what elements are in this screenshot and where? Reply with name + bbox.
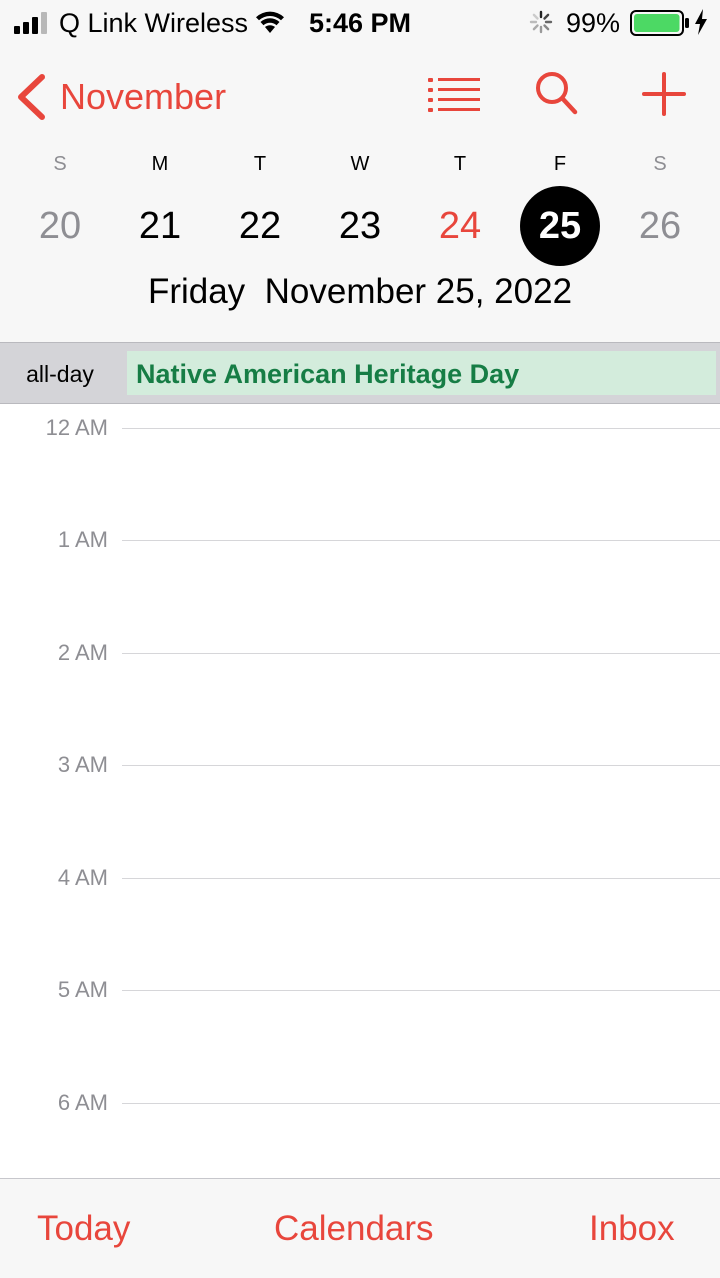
chevron-left-icon (18, 74, 45, 120)
weekday-sat: S (653, 153, 667, 175)
hour-gridline (122, 878, 720, 879)
back-to-month-button[interactable]: November (14, 72, 226, 122)
day-24-today[interactable]: 24 (420, 186, 500, 266)
status-bar: Q Link Wireless 5:46 PM 99% (0, 0, 720, 46)
battery-icon (630, 10, 689, 36)
hour-gridline (122, 990, 720, 991)
calendar-header: November S M T W T F S 20 21 22 23 24 25… (0, 46, 720, 342)
hour-gridline (122, 653, 720, 654)
all-day-event-title: Native American Heritage Day (136, 359, 520, 389)
weekday-mon: M (151, 153, 169, 175)
hour-gridline (122, 540, 720, 541)
activity-spinner-icon (529, 10, 553, 34)
plus-icon[interactable] (642, 72, 686, 116)
today-button[interactable]: Today (37, 1205, 130, 1253)
day-timeline[interactable]: 12 AM 1 AM 2 AM 3 AM 4 AM 5 AM 6 AM (0, 404, 720, 1178)
inbox-button[interactable]: Inbox (589, 1205, 675, 1253)
wifi-icon (256, 11, 284, 33)
day-22[interactable]: 22 (220, 186, 300, 266)
selected-date-caption: Friday November 25, 2022 (147, 272, 573, 311)
weekday-thu: T (453, 153, 467, 175)
status-time: 5:46 PM (309, 8, 412, 38)
signal-bars-icon (14, 12, 47, 34)
hour-label-1am: 1 AM (57, 527, 108, 552)
weekday-tue: T (253, 153, 267, 175)
day-25-selected[interactable]: 25 (520, 186, 600, 266)
search-icon[interactable] (534, 70, 578, 116)
all-day-label: all-day (26, 361, 94, 387)
hour-label-12am: 12 AM (45, 415, 108, 440)
all-day-row: all-day Native American Heritage Day (0, 342, 720, 404)
hour-gridline (122, 765, 720, 766)
hour-label-3am: 3 AM (57, 752, 108, 777)
bottom-toolbar: Today Calendars Inbox (0, 1178, 720, 1278)
charging-bolt-icon (695, 9, 707, 35)
back-button-label: November (60, 76, 227, 117)
day-21[interactable]: 21 (120, 186, 200, 266)
day-23[interactable]: 23 (320, 186, 400, 266)
list-icon[interactable] (428, 76, 480, 112)
day-20[interactable]: 20 (20, 186, 100, 266)
all-day-event[interactable]: Native American Heritage Day (127, 351, 716, 395)
hour-label-6am: 6 AM (57, 1090, 108, 1115)
hour-gridline (122, 1103, 720, 1104)
weekday-sun: S (53, 153, 67, 175)
calendar-day-screen: Q Link Wireless 5:46 PM 99% November S M… (0, 0, 720, 1278)
weekday-fri: F (553, 153, 567, 175)
hour-label-5am: 5 AM (57, 977, 108, 1002)
hour-label-4am: 4 AM (57, 865, 108, 890)
hour-label-2am: 2 AM (57, 640, 108, 665)
calendars-button[interactable]: Calendars (274, 1205, 434, 1253)
weekday-wed: W (350, 153, 370, 175)
day-26[interactable]: 26 (620, 186, 700, 266)
carrier-name: Q Link Wireless (59, 8, 249, 38)
hour-gridline (122, 428, 720, 429)
battery-percentage: 99% (566, 8, 621, 38)
